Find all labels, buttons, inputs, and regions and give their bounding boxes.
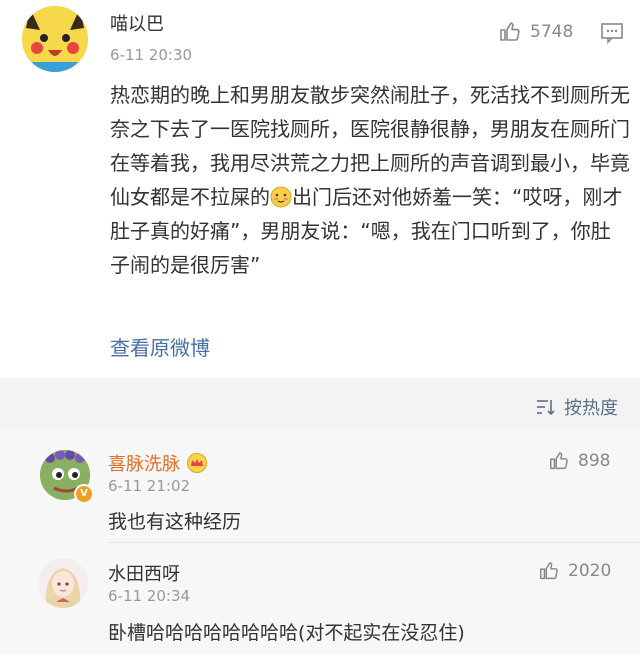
blush-emoji-icon bbox=[270, 184, 292, 208]
post-like-count: 5748 bbox=[530, 22, 574, 42]
sort-by-hot-button[interactable]: 按热度 bbox=[536, 394, 618, 420]
comment-divider bbox=[108, 542, 640, 543]
thumb-up-icon bbox=[540, 562, 558, 580]
comment-text: 我也有这种经历 bbox=[108, 511, 242, 533]
comment-text: 卧槽哈哈哈哈哈哈哈哈(对不起实在没忍住) bbox=[108, 622, 465, 644]
weibo-post: 喵以巴 6-11 20:30 5748 热恋期的晚上和男朋友散步突然闹肚子，死活… bbox=[0, 0, 640, 378]
thumb-up-icon bbox=[500, 22, 520, 41]
anime-girl-avatar-icon bbox=[38, 558, 88, 608]
sort-icon bbox=[537, 400, 555, 416]
commenter-name-text: 喜脉洗脉 bbox=[108, 454, 180, 475]
view-original-link[interactable]: 查看原微博 bbox=[110, 332, 210, 361]
sort-label: 按热度 bbox=[564, 398, 618, 419]
commenter-name[interactable]: 水田西呀 bbox=[108, 560, 180, 586]
comment-like-count: 2020 bbox=[568, 561, 612, 581]
post-text: 热恋期的晚上和男朋友散步突然闹肚子，死活找不到厕所无奈之下去了一医院找厕所，医院… bbox=[110, 78, 630, 282]
author-avatar[interactable] bbox=[22, 6, 88, 72]
pikachu-avatar-icon bbox=[22, 6, 88, 72]
crown-icon bbox=[186, 452, 208, 478]
comment-like-count: 898 bbox=[578, 451, 611, 471]
comment-sort-bar: 按热度 bbox=[0, 384, 640, 430]
post-like-button[interactable]: 5748 bbox=[498, 20, 573, 44]
verified-badge-icon: V bbox=[74, 484, 94, 504]
commenter-avatar[interactable] bbox=[38, 558, 88, 608]
comment-like-button[interactable]: 2020 bbox=[538, 560, 611, 582]
comment-icon bbox=[601, 23, 623, 44]
commenter-name[interactable]: 喜脉洗脉 bbox=[108, 450, 208, 478]
comment-time: 6-11 21:02 bbox=[108, 477, 191, 495]
post-time: 6-11 20:30 bbox=[110, 46, 193, 64]
comment-list: V 喜脉洗脉 6-11 21:02 898 我也有这种经历 水田西呀 6-11 … bbox=[0, 430, 640, 654]
thumb-up-icon bbox=[550, 452, 568, 470]
comment-button[interactable] bbox=[600, 22, 624, 48]
author-name[interactable]: 喵以巴 bbox=[110, 10, 164, 36]
comment-like-button[interactable]: 898 bbox=[548, 450, 610, 472]
comment-time: 6-11 20:34 bbox=[108, 587, 191, 605]
